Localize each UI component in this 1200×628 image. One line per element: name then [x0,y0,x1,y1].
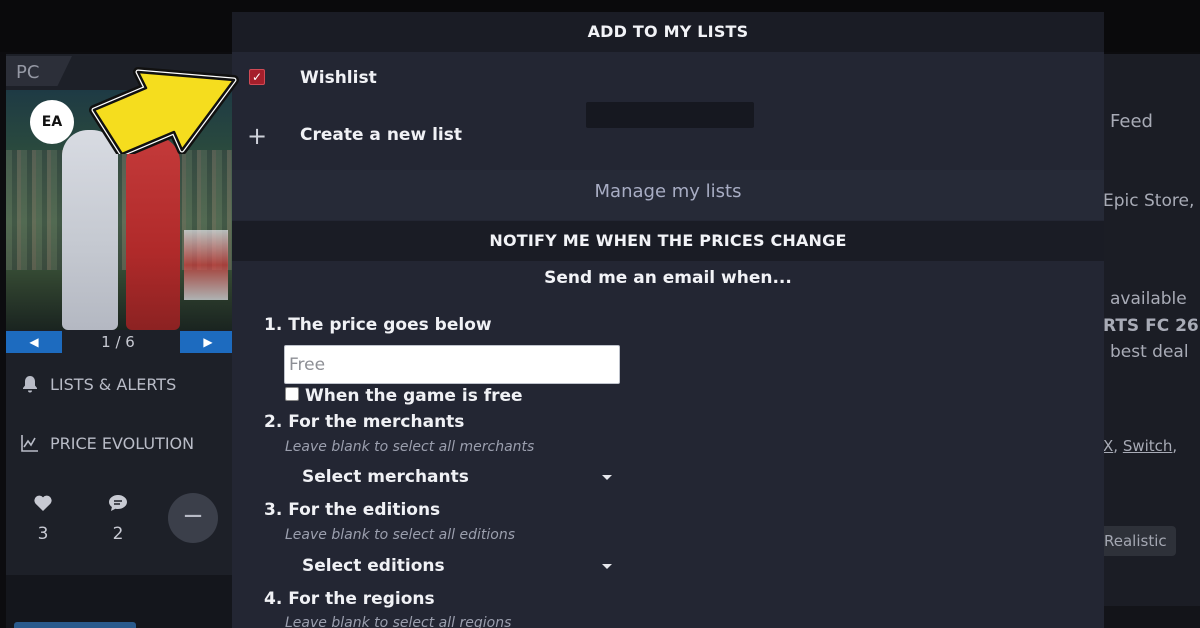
platform-link-x[interactable]: X [1103,437,1113,455]
wishlist-label[interactable]: Wishlist [300,68,377,88]
right-text-line: available [1110,289,1187,309]
right-triangle-icon: ▶ [203,335,213,349]
editions-select-label: Select editions [302,556,445,576]
left-triangle-icon: ◀ [29,335,39,349]
bell-icon [23,376,37,393]
plus-icon[interactable]: + [246,124,268,148]
annotation-arrow-icon [89,67,239,154]
sidebar-bottom-button[interactable] [14,622,136,628]
right-text-line: Epic Store, [1103,191,1195,211]
lists-alerts-link[interactable]: LISTS & ALERTS [20,373,176,395]
cover-pager: ◀ 1 / 6 ▶ [6,331,236,355]
platform-tag-label: PC [16,62,40,83]
create-list-label[interactable]: Create a new list [300,125,462,145]
right-content-footer [1103,606,1200,628]
genre-tag[interactable]: Realistic [1100,526,1176,556]
pager-prev-button[interactable]: ◀ [6,331,62,353]
question-regions-label: 4. For the regions [264,589,435,609]
pager-count: 1 / 6 [101,333,135,351]
caret-down-icon [602,563,612,569]
wishlist-checkbox[interactable]: ✓ [249,69,265,85]
merchants-hint: Leave blank to select all merchants [285,439,535,455]
checkmark-icon: ✓ [251,70,263,84]
editions-select[interactable]: Select editions [290,551,612,581]
likes-count: 3 [37,524,49,544]
regions-hint: Leave blank to select all regions [285,615,512,628]
cover-player-white [62,130,118,330]
question-editions-label: 3. For the editions [264,500,441,520]
game-sidebar-footer [6,575,232,628]
lists-alerts-modal: ADD TO MY LISTS ✓ Wishlist + Create a ne… [232,12,1104,628]
ea-logo: EA [30,100,74,144]
right-text-line: RTS FC 26 [1103,316,1199,336]
question-price-label: 1. The price goes below [264,315,492,335]
question-merchants-label: 2. For the merchants [264,412,465,432]
cover-player-red [126,136,180,330]
caret-down-icon [602,474,612,480]
pager-next-button[interactable]: ▶ [180,331,236,353]
free-game-checkbox[interactable] [285,387,299,401]
notify-header: NOTIFY ME WHEN THE PRICES CHANGE [232,221,1104,261]
lists-alerts-label: LISTS & ALERTS [50,374,177,394]
cover-flag [184,230,228,300]
right-text-line: best deal [1110,342,1189,362]
line-chart-icon [21,435,38,452]
speech-bubble-icon [109,495,127,511]
price-threshold-input[interactable] [284,345,620,384]
price-evolution-label: PRICE EVOLUTION [50,433,195,453]
platform-links: X, Switch, [1103,437,1178,455]
comments-counter[interactable]: 2 [98,494,138,544]
platform-link-switch[interactable]: Switch [1123,437,1173,455]
heart-icon [34,495,52,511]
comments-count: 2 [112,524,124,544]
add-to-lists-header: ADD TO MY LISTS [232,12,1104,52]
editions-hint: Leave blank to select all editions [285,527,515,543]
likes-counter[interactable]: 3 [23,494,63,544]
manage-lists-button[interactable]: Manage my lists [232,170,1104,220]
price-evolution-link[interactable]: PRICE EVOLUTION [20,432,194,454]
form-title: Send me an email when... [544,268,792,288]
feed-tab[interactable]: Feed [1110,111,1153,132]
merchants-select[interactable]: Select merchants [290,462,612,492]
free-game-label[interactable]: When the game is free [305,386,523,406]
merchants-select-label: Select merchants [302,467,469,487]
collapse-button[interactable]: − [168,493,218,543]
list-input-bar [586,102,754,128]
